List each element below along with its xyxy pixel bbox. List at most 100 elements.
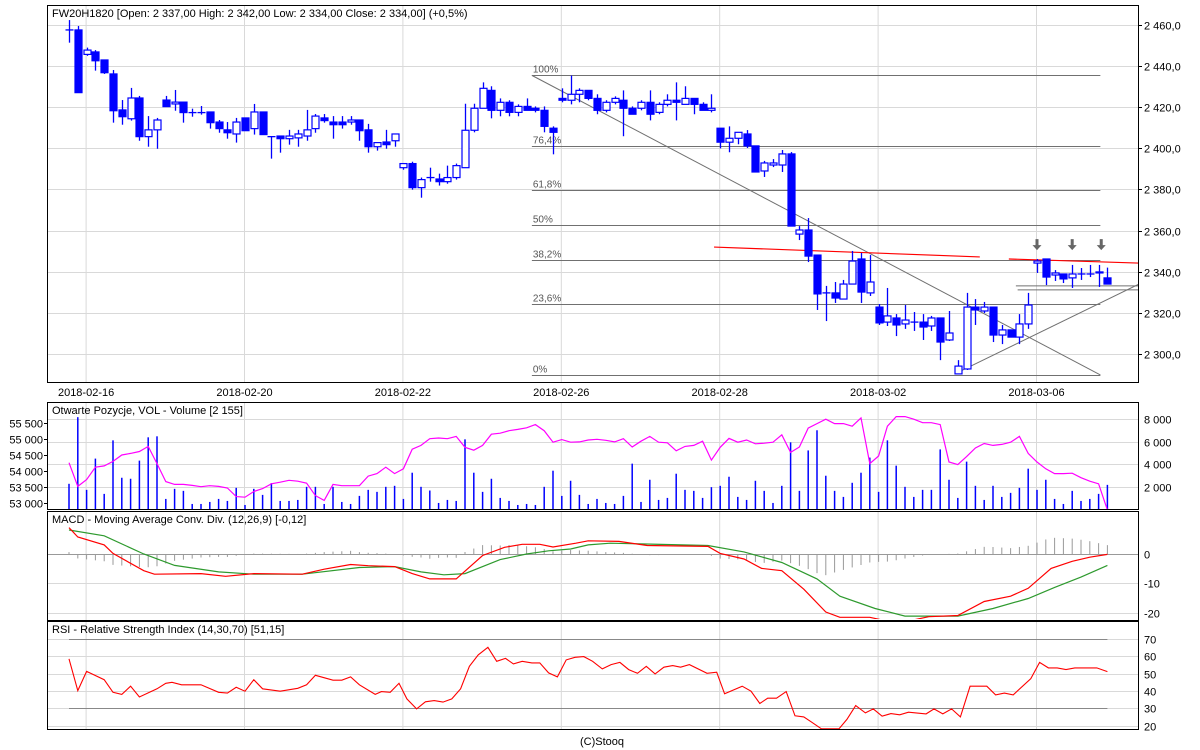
rsi-chart-title: RSI - Relative Strength Index (14,30,70)… [52, 624, 284, 636]
y-tick-label: 2 360,0 [1144, 227, 1181, 239]
candle-body-bullish [461, 129, 470, 169]
candle-body-bullish [945, 332, 954, 341]
down-arrow-icon [1096, 239, 1106, 251]
candle [505, 100, 514, 117]
candle [118, 100, 127, 125]
candle-body-bearish [355, 119, 364, 132]
candle [804, 218, 813, 263]
candle-body-bullish [127, 97, 136, 120]
macd-chart-title: MACD - Moving Average Conv. Div. (12,26,… [52, 514, 306, 526]
candle-body-bullish [171, 101, 180, 105]
stock-chart: 100% 76,4% 61,8% 50% 38,2% 23,6% 0% 2018-02-16… [9, 5, 1181, 748]
candle-body-bearish [716, 127, 725, 143]
rsi-line [68, 646, 1108, 729]
candle-body-bearish [619, 99, 628, 109]
oi-tick-label: 55 500 [9, 419, 43, 431]
candle-body-bearish [804, 229, 813, 257]
candle-body-bullish [883, 315, 892, 323]
macd-tick-label: -10 [1144, 579, 1160, 591]
x-tick-label: 2018-02-26 [533, 387, 589, 399]
candle-body-bullish [655, 103, 664, 113]
candle-body-bearish [787, 153, 796, 227]
candle-body-bullish [391, 133, 400, 142]
x-tick-label: 2018-02-28 [692, 387, 748, 399]
candle [743, 130, 752, 148]
candle [382, 129, 391, 149]
candle [1007, 329, 1016, 338]
candle [567, 75, 576, 105]
candle-body-bullish [963, 306, 972, 370]
candle-body-bearish [329, 121, 338, 126]
candle-body-bullish [725, 137, 734, 143]
down-arrow-icon [1067, 239, 1077, 251]
candle-body-bullish [470, 107, 479, 131]
candle-body-bearish [549, 127, 558, 133]
candle-body-bullish [373, 142, 382, 148]
macd-signal-line [68, 529, 1108, 617]
candle-body-bearish [276, 135, 285, 140]
candle [487, 86, 496, 119]
candle [373, 142, 382, 151]
candle-body-bearish [540, 109, 549, 127]
candle [575, 88, 584, 103]
candle [1051, 270, 1060, 281]
candle [769, 159, 778, 168]
candle-body-bearish [875, 306, 884, 324]
candle-body-bearish [936, 317, 945, 343]
candle-body-bullish [901, 319, 910, 325]
down-arrow-icon [1032, 239, 1042, 251]
candle-body-bullish [1015, 323, 1024, 338]
candle [611, 96, 620, 105]
candle-body-bullish [681, 97, 690, 105]
macd-line [68, 527, 1108, 619]
candle [883, 287, 892, 326]
candle-body-bullish [707, 107, 716, 111]
candle [1095, 264, 1104, 287]
candle [153, 117, 162, 149]
candle [206, 111, 215, 129]
candle [839, 279, 848, 300]
y-tick-label: 2 460,0 [1144, 21, 1181, 33]
candle-body-bearish [435, 178, 444, 183]
candle-body-bullish [611, 97, 620, 103]
volume-tick-label: 8 000 [1144, 415, 1172, 427]
candle [470, 103, 479, 133]
candle-body-bearish [743, 133, 752, 147]
candle-body-bearish [382, 141, 391, 146]
candle-body-bearish [100, 59, 109, 74]
fibonacci-level-label: 100% [533, 65, 559, 76]
candle [857, 253, 866, 303]
candle [1059, 273, 1068, 284]
candle-body-bearish [223, 129, 232, 134]
candle [971, 299, 980, 325]
candle-body-bullish [443, 176, 452, 183]
candle [1103, 267, 1112, 285]
candle [690, 97, 699, 115]
oi-tick-label: 54 000 [9, 467, 43, 479]
candle [954, 360, 963, 375]
candle [707, 94, 716, 113]
x-tick-label: 2018-02-22 [375, 387, 431, 399]
candle-body-bullish [1024, 304, 1033, 325]
candle [162, 95, 171, 108]
footer-copyright: (C)Stooq [580, 736, 624, 748]
candle-body-bearish [892, 317, 901, 326]
rsi-panel [47, 621, 1139, 730]
candle [663, 94, 672, 107]
rsi-tick-label: 60 [1144, 652, 1156, 664]
candle [399, 162, 408, 170]
fibonacci-level-label: 50% [533, 215, 553, 226]
candle [329, 116, 338, 139]
candle-body-bullish [303, 129, 312, 137]
candle-body-bearish [1007, 329, 1016, 338]
y-tick-label: 2 380,0 [1144, 185, 1181, 197]
oi-tick-label: 53 000 [9, 499, 43, 511]
candle [646, 90, 655, 121]
price-panel [47, 5, 1139, 383]
candle-body-bullish [1095, 271, 1104, 274]
candle [848, 250, 857, 285]
candle-body-bearish [259, 111, 268, 136]
candle [523, 98, 532, 111]
candle [637, 100, 646, 111]
candle-body-bullish [153, 119, 162, 131]
